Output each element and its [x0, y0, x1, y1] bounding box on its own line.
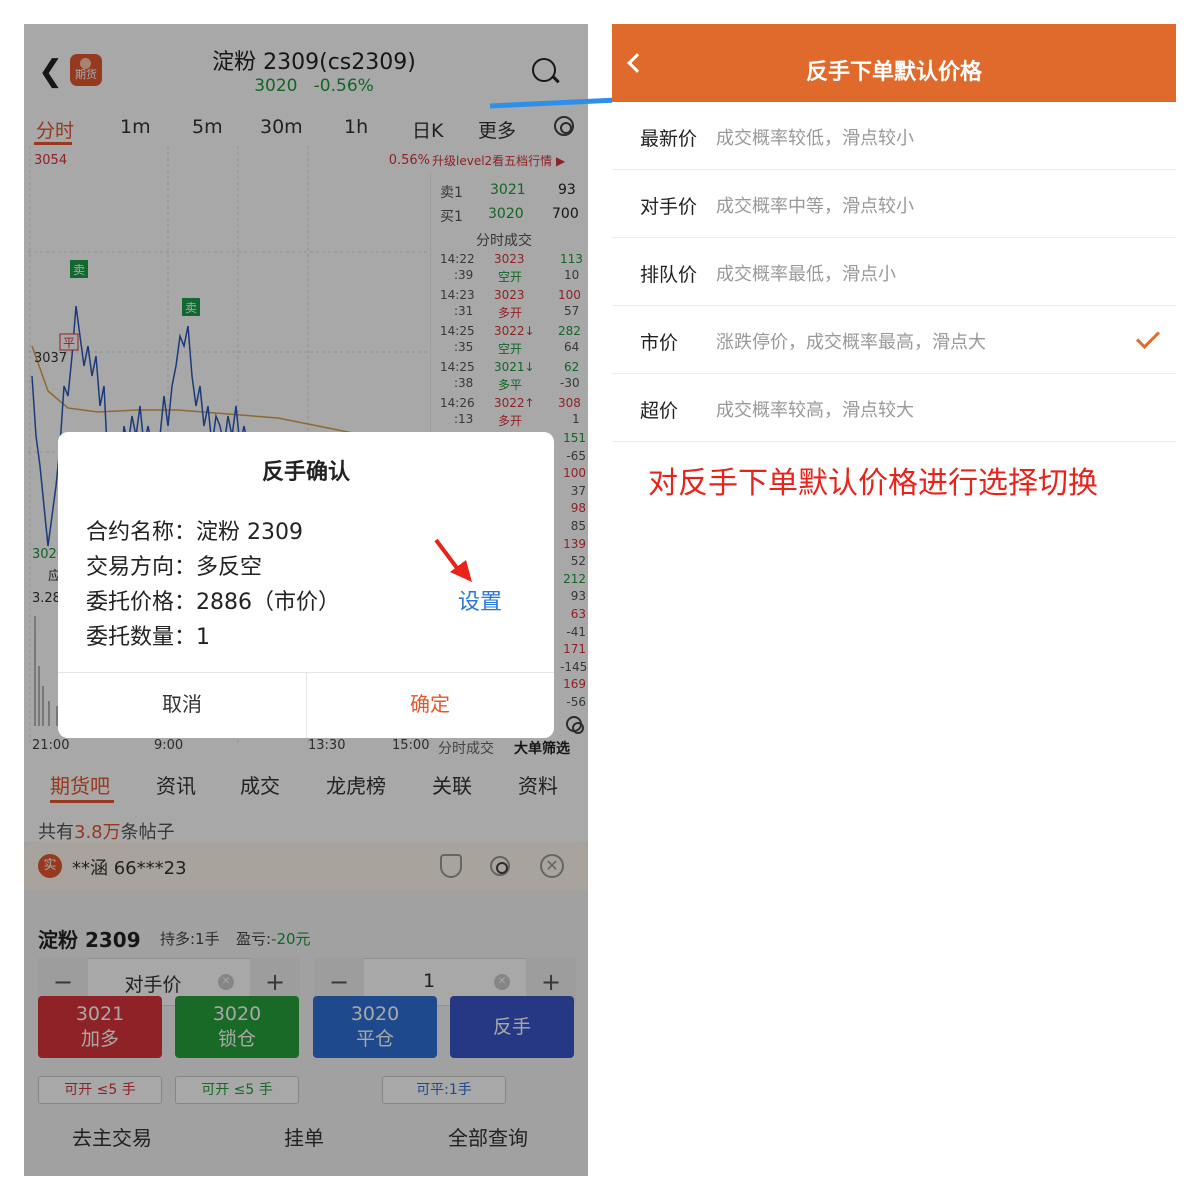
right-screenshot: 反手下单默认价格 最新价 成交概率较低，滑点较小 对手价 成交概率中等，滑点较小…	[612, 24, 1176, 1176]
option-desc: 成交概率较高，滑点较大	[716, 400, 914, 421]
option-name: 排队价	[640, 264, 698, 286]
direction-value: 多反空	[196, 555, 263, 580]
price-value: 2886（市价）	[196, 590, 341, 615]
price-label: 委托价格：	[86, 590, 197, 615]
qty-value: 1	[196, 625, 211, 650]
option-name: 最新价	[640, 128, 698, 150]
option-over-price[interactable]: 超价 成交概率较高，滑点较大	[612, 374, 1176, 442]
annotation-text: 对反手下单默认价格进行选择切换	[648, 466, 1098, 501]
dialog-direction-row: 交易方向：多反空	[86, 549, 262, 581]
dialog-settings-link[interactable]: 设置	[458, 584, 502, 616]
option-name: 对手价	[640, 196, 698, 218]
option-desc: 成交概率中等，滑点较小	[716, 196, 914, 217]
option-queue-price[interactable]: 排队价 成交概率最低，滑点小	[612, 238, 1176, 306]
option-latest-price[interactable]: 最新价 成交概率较低，滑点较小	[612, 102, 1176, 170]
option-desc: 成交概率较低，滑点较小	[716, 128, 914, 149]
option-desc: 成交概率最低，滑点小	[716, 264, 896, 285]
left-screenshot: ❮ 期货 淀粉 2309(cs2309) 3020 -0.56% 分时 1m 5…	[24, 24, 588, 1176]
dialog-price-row: 委托价格：2886（市价）	[86, 584, 340, 616]
option-desc: 涨跌停价，成交概率最高，滑点大	[716, 332, 986, 353]
dialog-contract-row: 合约名称：淀粉 2309	[86, 514, 303, 546]
qty-label: 委托数量：	[86, 625, 197, 650]
direction-label: 交易方向：	[86, 555, 197, 580]
dialog-confirm-button[interactable]: 确定	[306, 688, 554, 717]
dialog-cancel-button[interactable]: 取消	[58, 688, 306, 717]
reverse-confirm-dialog: 反手确认 合约名称：淀粉 2309 交易方向：多反空 委托价格：2886（市价）…	[58, 432, 554, 738]
contract-value: 淀粉 2309	[196, 520, 303, 545]
option-name: 市价	[640, 332, 679, 354]
option-name: 超价	[640, 400, 679, 422]
selected-check-icon	[1135, 324, 1161, 350]
option-market-price[interactable]: 市价 涨跌停价，成交概率最高，滑点大	[612, 306, 1176, 374]
red-pointer-arrow-icon	[434, 538, 472, 582]
dialog-qty-row: 委托数量：1	[86, 619, 210, 651]
option-counterparty-price[interactable]: 对手价 成交概率中等，滑点较小	[612, 170, 1176, 238]
dialog-title: 反手确认	[261, 460, 350, 485]
contract-label: 合约名称：	[86, 520, 197, 545]
settings-title: 反手下单默认价格	[805, 60, 982, 85]
